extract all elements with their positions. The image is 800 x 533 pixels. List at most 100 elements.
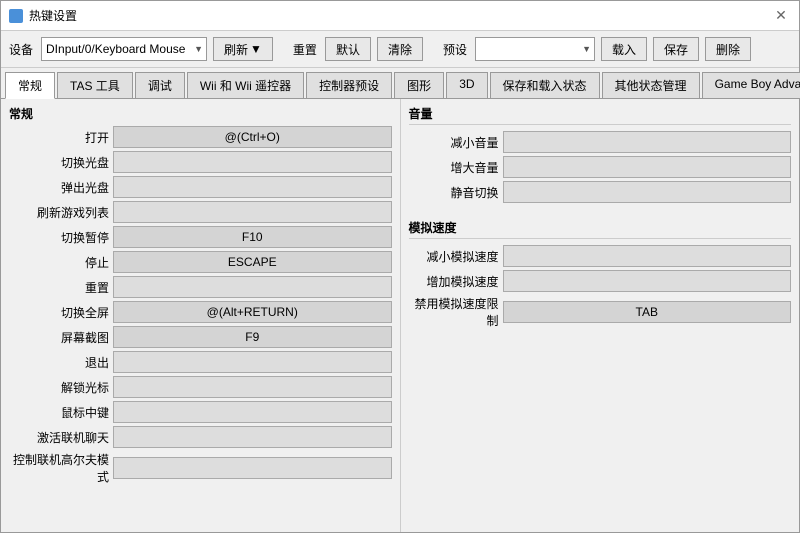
volume-label: 增大音量 [409, 159, 499, 176]
volume-row: 静音切换 [409, 181, 792, 203]
volume-section: 音量 减小音量增大音量静音切换 [409, 105, 792, 203]
clear-button[interactable]: 清除 [377, 37, 423, 61]
hotkey-input[interactable] [113, 401, 392, 423]
hotkey-label: 控制联机高尔夫模式 [9, 451, 109, 485]
hotkey-row: 鼠标中键 [9, 401, 392, 423]
speed-row: 禁用模拟速度限制 [409, 295, 792, 329]
hotkey-input[interactable] [113, 351, 392, 373]
hotkey-row: 打开 [9, 126, 392, 148]
tab-tas[interactable]: TAS 工具 [57, 72, 133, 98]
default-button[interactable]: 默认 [325, 37, 371, 61]
device-select-wrapper: DInput/0/Keyboard Mouse ▼ [41, 37, 207, 61]
hotkey-row: 退出 [9, 351, 392, 373]
app-icon [9, 9, 23, 23]
preset-select[interactable] [475, 37, 595, 61]
volume-list: 减小音量增大音量静音切换 [409, 131, 792, 203]
hotkey-row: 解锁光标 [9, 376, 392, 398]
hotkey-input[interactable] [113, 301, 392, 323]
hotkey-row: 激活联机聊天 [9, 426, 392, 448]
tab-bar: 常规 TAS 工具 调试 Wii 和 Wii 遥控器 控制器预设 图形 3D 保… [1, 68, 799, 99]
hotkey-row: 切换光盘 [9, 151, 392, 173]
device-label: 设备 [9, 41, 33, 58]
volume-row: 增大音量 [409, 156, 792, 178]
hotkey-label: 退出 [9, 354, 109, 371]
hotkey-input[interactable] [113, 457, 392, 479]
hotkey-input[interactable] [113, 151, 392, 173]
hotkey-input[interactable] [113, 326, 392, 348]
reset-group-label: 重置 [293, 41, 317, 58]
delete-button[interactable]: 删除 [705, 37, 751, 61]
hotkey-input[interactable] [113, 201, 392, 223]
hotkey-label: 切换全屏 [9, 304, 109, 321]
tab-wii[interactable]: Wii 和 Wii 遥控器 [187, 72, 304, 98]
speed-input[interactable] [503, 301, 792, 323]
hotkey-input[interactable] [113, 251, 392, 273]
tab-statemanage[interactable]: 其他状态管理 [602, 72, 700, 98]
hotkey-label: 激活联机聊天 [9, 429, 109, 446]
hotkey-label: 解锁光标 [9, 379, 109, 396]
volume-label: 静音切换 [409, 184, 499, 201]
tab-3d[interactable]: 3D [446, 72, 487, 98]
window-title: 热键设置 [29, 7, 77, 24]
hotkey-row: 切换暂停 [9, 226, 392, 248]
speed-label: 增加模拟速度 [409, 273, 499, 290]
left-section-title: 常规 [9, 105, 392, 122]
hotkey-input[interactable] [113, 176, 392, 198]
hotkey-input[interactable] [113, 376, 392, 398]
hotkey-input[interactable] [113, 126, 392, 148]
speed-row: 减小模拟速度 [409, 245, 792, 267]
volume-input[interactable] [503, 156, 792, 178]
close-button[interactable]: ✕ [771, 6, 791, 26]
tab-debug[interactable]: 调试 [135, 72, 185, 98]
volume-row: 减小音量 [409, 131, 792, 153]
main-window: 热键设置 ✕ 设备 DInput/0/Keyboard Mouse ▼ 刷新 ▼… [0, 0, 800, 533]
speed-section-title: 模拟速度 [409, 219, 792, 239]
hotkey-label: 切换暂停 [9, 229, 109, 246]
hotkey-row: 切换全屏 [9, 301, 392, 323]
hotkey-label: 屏幕截图 [9, 329, 109, 346]
device-group: 设备 DInput/0/Keyboard Mouse ▼ 刷新 ▼ [9, 37, 273, 61]
speed-label: 禁用模拟速度限制 [409, 295, 499, 329]
save-button[interactable]: 保存 [653, 37, 699, 61]
volume-section-title: 音量 [409, 105, 792, 125]
left-panel: 常规 打开切换光盘弹出光盘刷新游戏列表切换暂停停止重置切换全屏屏幕截图退出解锁光… [1, 99, 401, 532]
hotkey-label: 打开 [9, 129, 109, 146]
tab-general[interactable]: 常规 [5, 72, 55, 99]
refresh-button[interactable]: 刷新 ▼ [213, 37, 273, 61]
hotkey-row: 重置 [9, 276, 392, 298]
volume-input[interactable] [503, 131, 792, 153]
hotkey-row: 刷新游戏列表 [9, 201, 392, 223]
hotkey-row: 停止 [9, 251, 392, 273]
main-content: 常规 打开切换光盘弹出光盘刷新游戏列表切换暂停停止重置切换全屏屏幕截图退出解锁光… [1, 99, 799, 532]
preset-select-wrapper: ▼ [475, 37, 595, 61]
volume-input[interactable] [503, 181, 792, 203]
tab-controller[interactable]: 控制器预设 [306, 72, 392, 98]
hotkey-input[interactable] [113, 276, 392, 298]
hotkey-label: 弹出光盘 [9, 179, 109, 196]
reset-group: 重置 默认 清除 [293, 37, 423, 61]
speed-label: 减小模拟速度 [409, 248, 499, 265]
speed-input[interactable] [503, 270, 792, 292]
hotkey-input[interactable] [113, 226, 392, 248]
preset-group: 预设 ▼ 载入 保存 删除 [443, 37, 751, 61]
volume-label: 减小音量 [409, 134, 499, 151]
preset-label: 预设 [443, 41, 467, 58]
device-select[interactable]: DInput/0/Keyboard Mouse [41, 37, 207, 61]
hotkey-row: 弹出光盘 [9, 176, 392, 198]
tab-saveload[interactable]: 保存和载入状态 [490, 72, 600, 98]
right-panel: 音量 减小音量增大音量静音切换 模拟速度 减小模拟速度增加模拟速度禁用模拟速度限… [401, 99, 800, 532]
load-button[interactable]: 载入 [601, 37, 647, 61]
hotkey-list: 打开切换光盘弹出光盘刷新游戏列表切换暂停停止重置切换全屏屏幕截图退出解锁光标鼠标… [9, 126, 392, 485]
hotkey-input[interactable] [113, 426, 392, 448]
hotkey-row: 控制联机高尔夫模式 [9, 451, 392, 485]
hotkey-label: 重置 [9, 279, 109, 296]
speed-row: 增加模拟速度 [409, 270, 792, 292]
hotkey-label: 鼠标中键 [9, 404, 109, 421]
tab-graphics[interactable]: 图形 [394, 72, 444, 98]
title-bar-left: 热键设置 [9, 7, 77, 24]
speed-input[interactable] [503, 245, 792, 267]
tab-gba[interactable]: Game Boy Advance [702, 72, 800, 98]
hotkey-label: 切换光盘 [9, 154, 109, 171]
hotkey-label: 停止 [9, 254, 109, 271]
speed-section: 模拟速度 减小模拟速度增加模拟速度禁用模拟速度限制 [409, 219, 792, 329]
